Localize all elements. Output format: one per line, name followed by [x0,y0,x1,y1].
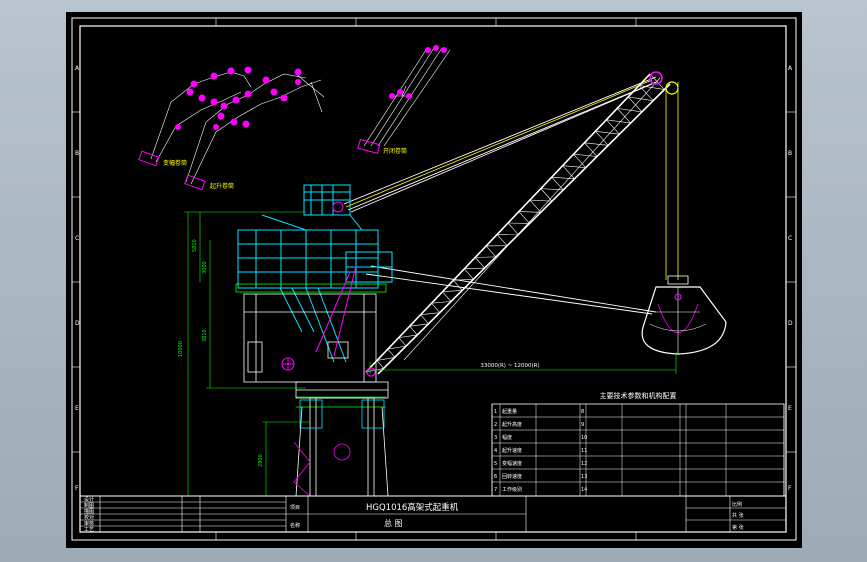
drawing-subtitle: 总 图 [384,518,403,528]
crane-structure [235,184,393,497]
title-block-label: 设计 [84,496,94,503]
spec-cell: 10 [581,435,587,441]
title-block-label: 描图 [84,508,94,515]
zone-letters: A B C D E F A B C D E F [75,65,793,492]
zone-ticks [72,18,796,540]
sheet-label: 共 张 [732,512,744,519]
svg-text:2900: 2900 [258,454,264,467]
zone-letter: C [788,235,792,242]
zone-letter: C [75,235,79,242]
drawing-title: HGQ1016高架式起重机 [366,502,459,513]
crane-drawing: A B C D E F A B C D E F 变幅卷筒 起升卷筒 开闭卷筒 1… [71,17,797,541]
spec-cell: 12 [581,461,587,467]
title-block-label: 制图 [84,502,94,509]
svg-text:10000: 10000 [178,341,184,357]
total-label: 第 张 [732,524,744,531]
spec-cell: 9 [581,422,584,428]
spec-cell: 起升速度 [502,447,522,454]
spec-table-title: 主要技术参数和机构配置 [600,391,677,400]
boom-stays [343,76,657,315]
zone-letter: A [788,65,793,72]
boom-lattice [365,71,679,377]
name-label: 名称 [290,522,300,529]
spec-table: 主要技术参数和机构配置 1 起重量 8 2 起升高度 9 3 幅度 10 4 起升速度 11 5 变幅速度… [491,391,785,497]
spec-cell: 起重量 [502,408,517,415]
project-label: 项目 [290,505,300,511]
zone-letter: F [75,485,79,492]
spec-cell: 工作级别 [502,486,522,493]
svg-text:3810: 3810 [202,329,208,342]
luffing-drum-label: 变幅卷筒 [163,159,187,167]
open-close-drum-label: 开闭卷筒 [383,147,407,155]
spec-cell: 13 [581,474,587,480]
title-block-label: 工艺 [84,527,94,533]
spec-cell: 11 [581,448,587,454]
title-block-label: 校对 [84,514,94,521]
spec-cell: 起升高度 [502,421,522,428]
title-block-label: 审核 [84,520,94,527]
svg-text:3000: 3000 [202,261,208,274]
spec-cell: 4 [494,448,497,454]
cad-viewport[interactable]: A B C D E F A B C D E F 变幅卷筒 起升卷筒 开闭卷筒 1… [66,12,802,548]
zone-letter: B [75,150,79,157]
spec-cell: 变幅速度 [502,460,522,467]
reach-dimension: 33000(R) ~ 12000(R) [480,363,539,369]
zone-letter: F [788,485,792,492]
spec-cell: 回转速度 [502,473,522,480]
spec-cell: 3 [494,435,497,441]
title-block: 设计 制图 描图 校对 审核 工艺 项目 名称 比例 共 张 第 张 HGQ10… [79,495,787,533]
spec-cell: 14 [581,487,587,493]
spec-cell: 幅度 [502,434,512,441]
zone-letter: A [75,65,80,72]
zone-letter: E [75,405,79,412]
spec-cell: 7 [494,487,497,493]
spec-cell: 2 [494,422,497,428]
zone-letter: B [788,150,792,157]
dimension-lines [184,211,677,497]
zone-letter: D [788,320,793,327]
spec-cell: 1 [494,409,497,415]
svg-text:5810: 5810 [192,239,198,252]
grab-bucket [641,275,727,355]
spec-cell: 5 [494,461,497,467]
hoist-drum-label: 起升卷筒 [210,182,234,190]
dimension-values: 10000 5810 3000 3810 2900 [178,239,264,467]
zone-letter: E [788,405,792,412]
outer-border [71,17,797,541]
zone-letter: D [75,320,80,327]
reeving-diagram-main: 变幅卷筒 起升卷筒 [138,66,325,191]
spec-cell: 8 [581,409,584,415]
scale-label: 比例 [732,501,742,508]
spec-cell: 6 [494,474,497,480]
reeving-diagram-open-close: 开闭卷筒 [357,45,451,155]
